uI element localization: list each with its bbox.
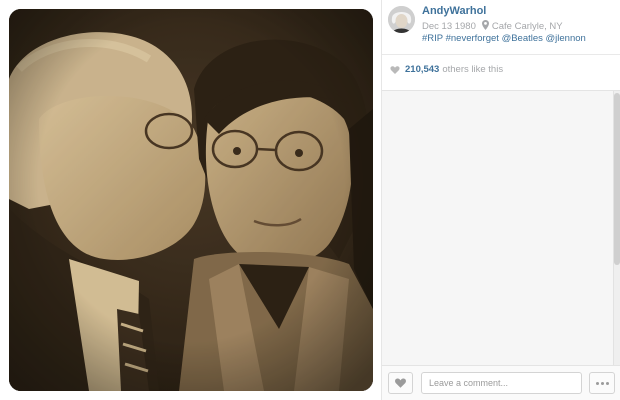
post-date: Dec 13 1980 [422, 21, 476, 32]
comment-input[interactable] [421, 372, 582, 394]
post-photo[interactable] [9, 9, 373, 391]
username-link[interactable]: AndyWarhol [422, 5, 486, 17]
like-button[interactable] [388, 372, 413, 394]
likes-row: 210,543 others like this [382, 54, 620, 84]
scrollbar-thumb[interactable] [614, 93, 620, 265]
heart-icon [395, 378, 406, 388]
location-pin-icon [481, 20, 489, 33]
post-viewer: AndyWarhol Dec 13 1980 Cafe Carlyle, NY … [0, 0, 620, 400]
photo-panel [0, 0, 381, 400]
post-caption[interactable]: #RIP #neverforget @Beatles @jlennon [422, 33, 586, 44]
post-header: AndyWarhol Dec 13 1980 Cafe Carlyle, NY … [382, 0, 620, 52]
sepia-portrait-image [9, 9, 373, 391]
comment-footer [382, 366, 620, 400]
comments-scrollbar[interactable] [613, 91, 620, 365]
post-side-panel: AndyWarhol Dec 13 1980 Cafe Carlyle, NY … [381, 0, 620, 400]
ellipsis-icon [595, 381, 609, 385]
avatar[interactable] [388, 6, 415, 33]
likes-label: others like this [442, 64, 504, 75]
more-options-button[interactable] [589, 372, 615, 394]
location-link[interactable]: Cafe Carlyle, NY [492, 21, 563, 32]
post-meta: Dec 13 1980 Cafe Carlyle, NY [422, 20, 563, 33]
likes-count[interactable]: 210,543 [405, 64, 439, 75]
comments-area [382, 90, 620, 366]
heart-icon [390, 65, 400, 74]
avatar-image [388, 6, 415, 33]
